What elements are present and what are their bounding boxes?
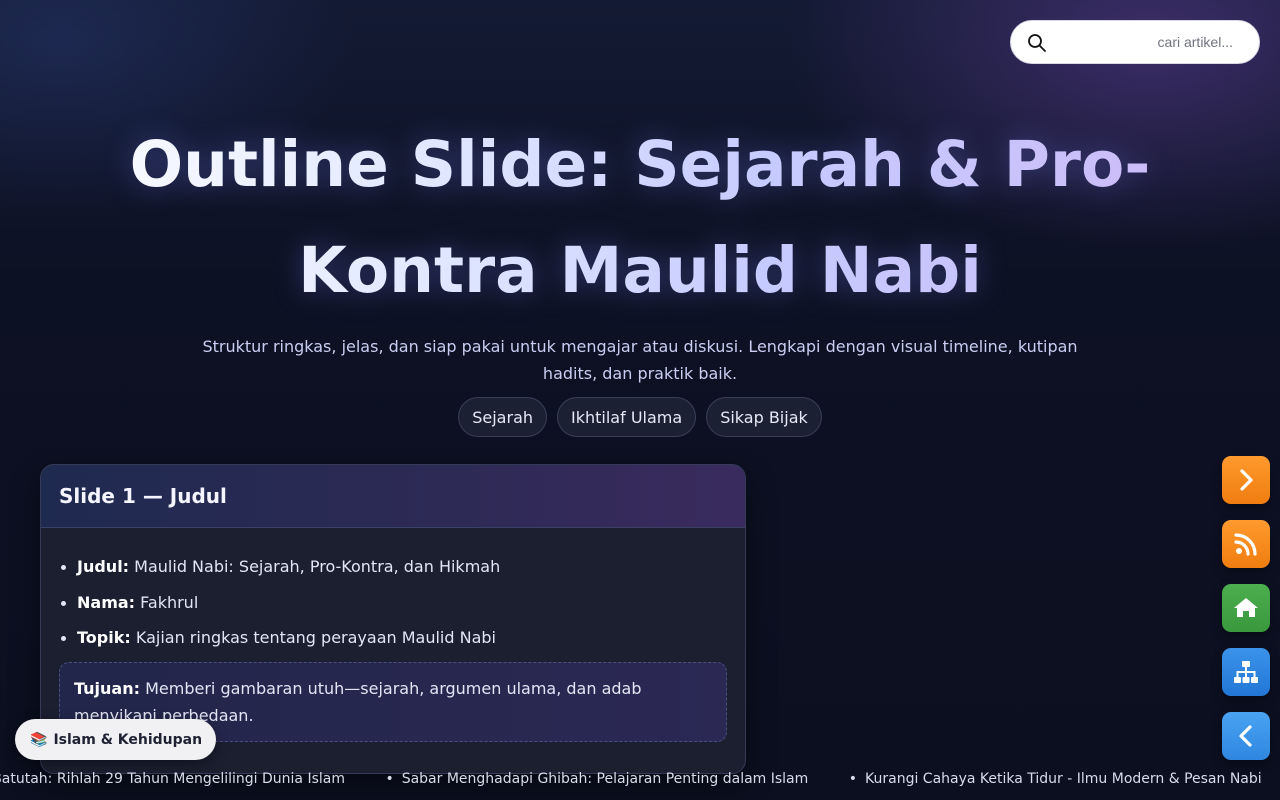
home-button[interactable] [1222, 584, 1270, 632]
ticker-item[interactable]: •nu Batutah: Rihlah 29 Tahun Mengeliling… [0, 766, 345, 792]
page-subtitle: Struktur ringkas, jelas, dan siap pakai … [202, 337, 1078, 383]
tag-sikap-bijak[interactable]: Sikap Bijak [706, 397, 822, 437]
item-value: Kajian ringkas tentang perayaan Maulid N… [135, 628, 496, 647]
search-box[interactable] [1010, 20, 1260, 64]
goal-label: Tujuan: [74, 679, 141, 698]
page-title: Outline Slide: Sejarah & Pro-Kontra Maul… [20, 112, 1260, 324]
tag-ikhtilaf-ulama[interactable]: Ikhtilaf Ulama [557, 397, 697, 437]
slide-card-header: Slide 1 — Judul [41, 465, 745, 528]
chevron-left-icon [1239, 725, 1252, 747]
item-value: Fakhrul [140, 592, 199, 612]
slide-item-list: Judul: Maulid Nabi: Sejarah, Pro-Kontra,… [41, 528, 745, 649]
prev-button[interactable] [1222, 712, 1270, 760]
ticker-item-text: Kurangi Cahaya Ketika Tidur - Ilmu Moder… [865, 771, 1262, 787]
list-item: Nama: Fakhrul [59, 592, 745, 614]
chevron-right-icon [1240, 469, 1253, 491]
item-value: Maulid Nabi: Sejarah, Pro-Kontra, dan Hi… [134, 557, 501, 576]
sitemap-button[interactable] [1222, 648, 1270, 696]
sitemap-icon [1234, 661, 1258, 683]
item-label: Topik: [77, 628, 131, 647]
ticker-item-text: Sabar Menghadapi Ghibah: Pelajaran Penti… [401, 771, 809, 787]
books-icon: 📚 [30, 731, 48, 748]
search-input[interactable] [1055, 21, 1247, 63]
item-label: Judul: [77, 557, 130, 576]
tag-list: Sejarah Ikhtilaf Ulama Sikap Bijak [0, 397, 1280, 437]
list-item: Judul: Maulid Nabi: Sejarah, Pro-Kontra,… [59, 556, 745, 578]
item-label: Nama: [77, 592, 136, 612]
slide-title: Slide 1 — Judul [59, 484, 227, 508]
news-ticker: •nu Batutah: Rihlah 29 Tahun Mengeliling… [0, 766, 1280, 792]
next-button[interactable] [1222, 456, 1270, 504]
ticker-item[interactable]: • Kurangi Cahaya Ketika Tidur - Ilmu Mode… [849, 766, 1262, 792]
home-icon [1234, 598, 1258, 617]
ticker-item[interactable]: • Sabar Menghadapi Ghibah: Pelajaran Pent… [385, 766, 808, 792]
category-pill[interactable]: 📚 Islam & Kehidupan [15, 719, 216, 760]
rss-button[interactable] [1222, 520, 1270, 568]
rss-icon [1234, 533, 1257, 556]
ticker-item-text: nu Batutah: Rihlah 29 Tahun Mengelilingi… [0, 771, 345, 787]
list-item: Topik: Kajian ringkas tentang perayaan M… [59, 627, 745, 649]
tag-sejarah[interactable]: Sejarah [458, 397, 548, 437]
category-label: Islam & Kehidupan [53, 731, 203, 748]
search-icon [1028, 34, 1046, 52]
